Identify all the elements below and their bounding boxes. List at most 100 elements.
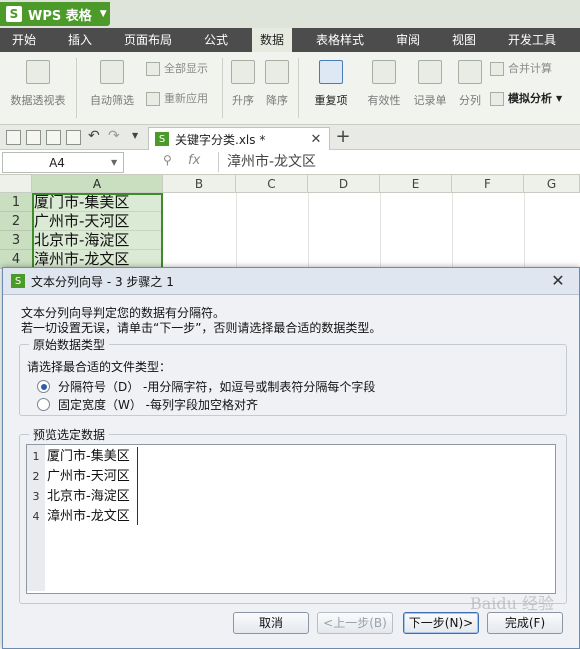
selection-outline bbox=[32, 193, 163, 269]
finish-button[interactable]: 完成(F) bbox=[487, 612, 563, 634]
column-header-d[interactable]: D bbox=[308, 175, 380, 193]
close-tab-icon[interactable]: ✕ bbox=[309, 132, 323, 147]
intro-line-2: 若一切设置无误，请单击“下一步”，否则请选择最合适的数据类型。 bbox=[21, 321, 382, 335]
sort-desc-button[interactable]: 降序 bbox=[262, 60, 292, 118]
column-header-e[interactable]: E bbox=[380, 175, 452, 193]
menu-data[interactable]: 数据 bbox=[252, 28, 293, 52]
radio-button-selected[interactable] bbox=[37, 380, 50, 393]
preview-line-number: 3 bbox=[27, 487, 45, 507]
column-header-f[interactable]: F bbox=[452, 175, 524, 193]
autofilter-button[interactable]: 自动筛选 bbox=[86, 60, 138, 118]
duplicates-icon bbox=[319, 60, 343, 84]
column-header-b[interactable]: B bbox=[163, 175, 236, 193]
preview-line-number: 4 bbox=[27, 507, 45, 527]
save-icon[interactable] bbox=[26, 130, 41, 145]
menu-insert[interactable]: 插入 bbox=[68, 28, 92, 52]
menu-home[interactable]: 开始 bbox=[12, 28, 36, 52]
split-columns-icon bbox=[458, 60, 482, 84]
menu-table-style[interactable]: 表格样式 bbox=[316, 28, 364, 52]
grid-line bbox=[380, 193, 381, 269]
column-header-g[interactable]: G bbox=[524, 175, 580, 193]
data-type-group-title: 原始数据类型 bbox=[29, 336, 110, 353]
merge-calc-button[interactable]: 合并计算 bbox=[490, 60, 552, 78]
undo-icon[interactable]: ↶ bbox=[88, 128, 100, 144]
select-all-corner[interactable] bbox=[0, 175, 32, 193]
watermark: Baidu 经验 bbox=[470, 594, 555, 613]
new-tab-button[interactable]: + bbox=[334, 127, 352, 147]
radio-button[interactable] bbox=[37, 398, 50, 411]
cancel-button[interactable]: 取消 bbox=[233, 612, 309, 634]
next-step-button[interactable]: 下一步(N)> bbox=[403, 612, 479, 634]
grid-line bbox=[308, 193, 309, 269]
search-icon[interactable]: ⚲ bbox=[163, 153, 172, 167]
folder-icon[interactable] bbox=[6, 130, 21, 145]
print-icon[interactable] bbox=[46, 130, 61, 145]
menu-formula[interactable]: 公式 bbox=[204, 28, 228, 52]
menu-page-layout[interactable]: 页面布局 bbox=[124, 28, 172, 52]
formula-input[interactable]: 漳州市-龙文区 bbox=[218, 152, 580, 172]
spreadsheet-grid: A B C D E F G 1 厦门市-集美区 2 广州市-天河区 3 北京市-… bbox=[0, 175, 580, 269]
preview-column-marker bbox=[137, 447, 138, 525]
preview-line: 厦门市-集美区 bbox=[47, 449, 130, 464]
menu-review[interactable]: 审阅 bbox=[396, 28, 420, 52]
app-title: WPS 表格 bbox=[28, 8, 92, 24]
app-menu-button[interactable]: S WPS 表格 ▼ bbox=[0, 2, 110, 26]
grid-line bbox=[452, 193, 453, 269]
pivot-table-button[interactable]: 数据透视表 bbox=[6, 60, 70, 118]
menu-developer[interactable]: 开发工具 bbox=[508, 28, 556, 52]
validity-button[interactable]: 有效性 bbox=[364, 60, 404, 118]
record-form-button[interactable]: 记录单 bbox=[410, 60, 450, 118]
document-tab-bar: ↶ ↷ ▼ S 关键字分类.xls * ✕ + bbox=[0, 125, 580, 150]
print-preview-icon[interactable] bbox=[66, 130, 81, 145]
menu-view[interactable]: 视图 bbox=[452, 28, 476, 52]
record-form-icon bbox=[418, 60, 442, 84]
row-header[interactable]: 3 bbox=[0, 231, 32, 250]
wps-logo-icon: S bbox=[6, 6, 22, 22]
what-if-analysis-button[interactable]: 模拟分析 ▼ bbox=[490, 90, 562, 108]
dialog-title-bar[interactable]: S 文本分列向导 - 3 步骤之 1 bbox=[3, 268, 579, 295]
column-header-a[interactable]: A bbox=[32, 175, 163, 193]
preview-line: 广州市-天河区 bbox=[47, 469, 130, 484]
preview-line: 漳州市-龙文区 bbox=[47, 509, 130, 524]
chevron-down-icon[interactable]: ▼ bbox=[132, 131, 138, 140]
duplicates-button[interactable]: 重复项 bbox=[306, 60, 356, 118]
preview-line: 北京市-海淀区 bbox=[47, 489, 130, 504]
ribbon-divider bbox=[76, 58, 77, 118]
column-header-c[interactable]: C bbox=[236, 175, 308, 193]
preview-line-number: 1 bbox=[27, 447, 45, 467]
merge-calc-icon bbox=[490, 62, 504, 76]
radio-fixed-width[interactable]: 固定宽度（W） -每列字段加空格对齐 bbox=[37, 396, 258, 413]
preview-line-number: 2 bbox=[27, 467, 45, 487]
wps-logo-icon: S bbox=[11, 274, 25, 288]
ribbon-divider bbox=[222, 58, 223, 118]
sort-asc-button[interactable]: 升序 bbox=[228, 60, 258, 118]
function-icon[interactable]: fx bbox=[188, 153, 200, 168]
reapply-button[interactable]: 重新应用 bbox=[146, 90, 208, 108]
radio-delimited[interactable]: 分隔符号（D） -用分隔字符，如逗号或制表符分隔每个字段 bbox=[37, 378, 375, 395]
name-box[interactable]: A4 ▼ bbox=[2, 152, 124, 173]
ribbon: 数据透视表 自动筛选 全部显示 重新应用 升序 降序 重复项 有效性 记录单 分… bbox=[0, 52, 580, 125]
what-if-analysis-icon bbox=[490, 92, 504, 106]
chevron-down-icon: ▼ bbox=[111, 158, 118, 167]
spreadsheet-file-icon: S bbox=[155, 132, 169, 146]
formula-bar: A4 ▼ ⚲ fx 漳州市-龙文区 bbox=[0, 150, 580, 175]
chevron-down-icon: ▼ bbox=[99, 9, 107, 19]
preview-box[interactable]: 1 厦门市-集美区 2 广州市-天河区 3 北京市-海淀区 4 漳州市-龙文区 bbox=[26, 444, 556, 594]
filter-icon bbox=[100, 60, 124, 84]
chevron-down-icon: ▼ bbox=[556, 94, 563, 103]
ribbon-divider bbox=[298, 58, 299, 118]
row-header[interactable]: 1 bbox=[0, 193, 32, 212]
dialog-title: 文本分列向导 - 3 步骤之 1 bbox=[31, 274, 174, 289]
grid-line bbox=[236, 193, 237, 269]
text-to-columns-button[interactable]: 分列 bbox=[456, 60, 484, 118]
close-icon[interactable]: ✕ bbox=[549, 272, 567, 290]
document-tab-name: 关键字分类.xls * bbox=[175, 132, 266, 147]
row-header[interactable]: 2 bbox=[0, 212, 32, 231]
choose-type-label: 请选择最合适的文件类型： bbox=[27, 360, 172, 374]
show-all-icon bbox=[146, 62, 160, 76]
document-tab[interactable]: S 关键字分类.xls * ✕ bbox=[148, 127, 330, 150]
sort-descending-icon bbox=[265, 60, 289, 84]
prev-step-button[interactable]: <上一步(B) bbox=[317, 612, 393, 634]
redo-icon[interactable]: ↷ bbox=[108, 128, 120, 144]
show-all-button[interactable]: 全部显示 bbox=[146, 60, 208, 78]
